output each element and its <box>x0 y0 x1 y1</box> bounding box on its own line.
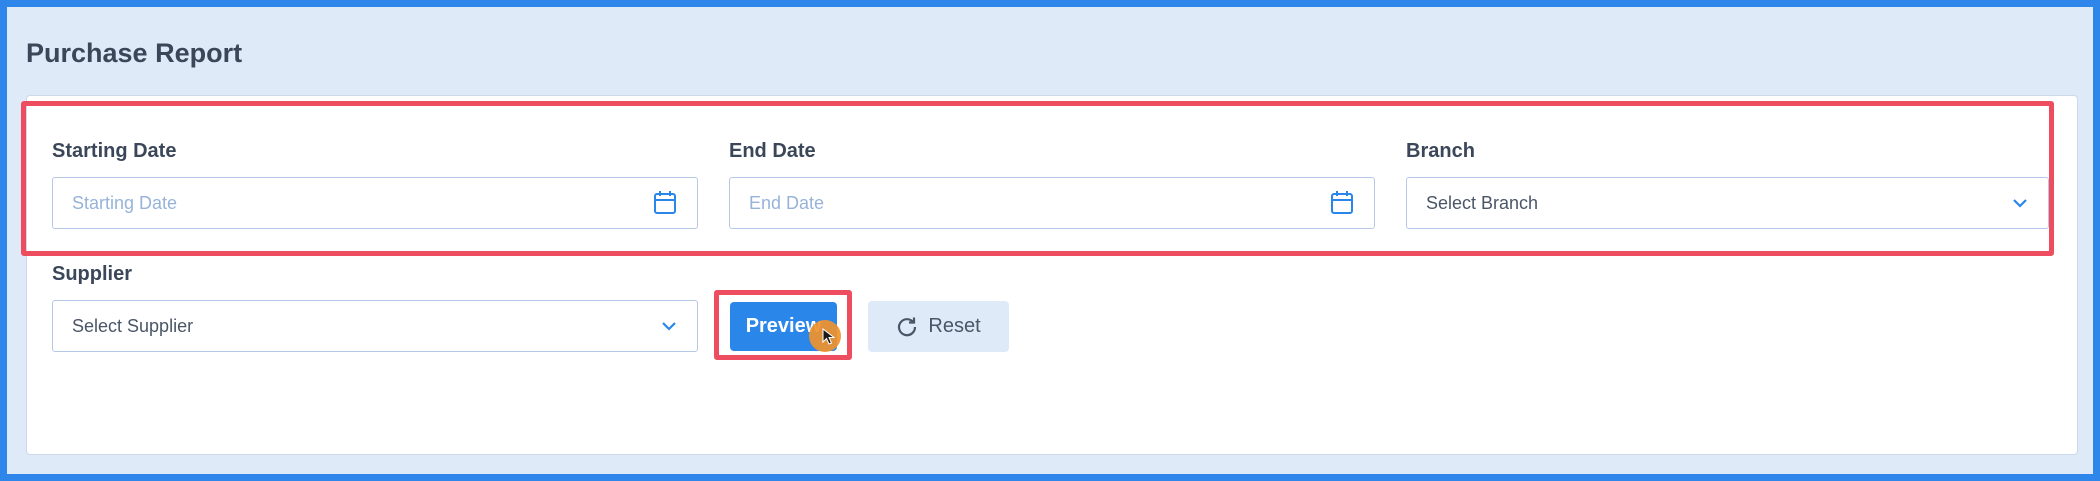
filter-card <box>26 95 2078 455</box>
chevron-down-icon[interactable] <box>661 321 677 331</box>
branch-select[interactable]: Select Branch <box>1406 177 2049 229</box>
calendar-icon[interactable] <box>653 190 677 216</box>
end-date-label: End Date <box>729 140 816 162</box>
end-date-field[interactable] <box>729 177 1375 229</box>
branch-select-value: Select Branch <box>1426 192 1539 213</box>
mouse-pointer-icon <box>822 328 836 345</box>
starting-date-label: Starting Date <box>52 140 177 162</box>
reset-button-label: Reset <box>928 315 981 337</box>
supplier-label: Supplier <box>52 263 133 285</box>
starting-date-input[interactable] <box>72 192 617 214</box>
calendar-icon[interactable] <box>1330 190 1354 216</box>
supplier-select[interactable]: Select Supplier <box>52 300 698 352</box>
end-date-input[interactable] <box>749 192 1294 214</box>
branch-label: Branch <box>1406 140 1475 162</box>
supplier-select-value: Select Supplier <box>72 315 194 336</box>
refresh-icon <box>896 316 918 338</box>
reset-button[interactable]: Reset <box>868 301 1009 352</box>
chevron-down-icon[interactable] <box>2012 198 2028 208</box>
starting-date-field[interactable] <box>52 177 698 229</box>
page-title: Purchase Report <box>26 38 243 68</box>
